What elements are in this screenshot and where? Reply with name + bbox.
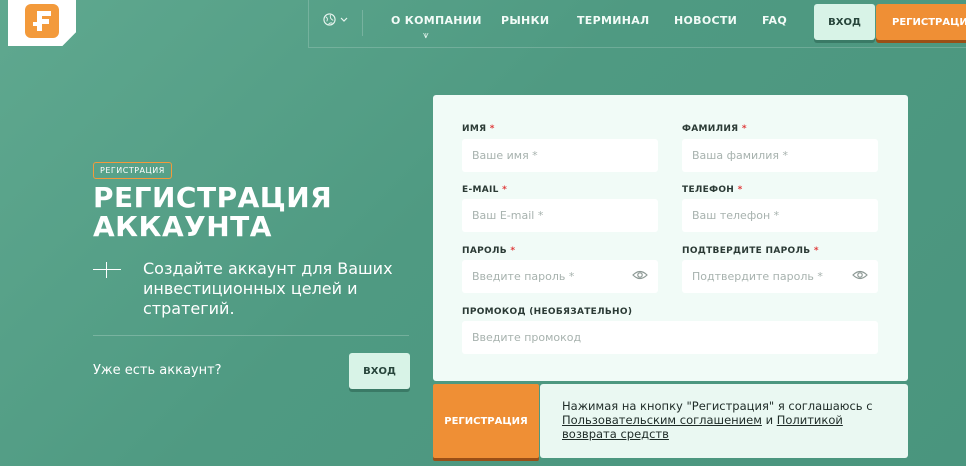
logo-container[interactable] <box>8 0 76 46</box>
consent-text: Нажимая на кнопку "Регистрация" я соглаш… <box>562 399 873 413</box>
section-tag: РЕГИСТРАЦИЯ <box>93 162 172 179</box>
divider <box>93 335 409 336</box>
register-submit-button[interactable]: РЕГИСТРАЦИЯ <box>433 384 539 458</box>
promo-input[interactable]: Введите промокод <box>462 321 878 354</box>
confirm-password-placeholder: Подтвердите пароль * <box>692 270 823 283</box>
nav-separator <box>362 10 363 36</box>
logo-f-icon <box>33 11 51 31</box>
nav-item-company[interactable]: О КОМПАНИИ <box>391 14 482 27</box>
registration-form: ИМЯ * Ваше имя * ФАМИЛИЯ * Ваша фамилия … <box>433 95 908 381</box>
login-button[interactable]: ВХОД <box>349 353 410 389</box>
email-input[interactable]: Ваш E-mail * <box>462 199 658 232</box>
email-label: E-MAIL * <box>462 185 508 195</box>
eye-icon[interactable] <box>632 269 648 281</box>
eye-icon[interactable] <box>852 269 868 281</box>
last-name-label: ФАМИЛИЯ * <box>682 124 747 134</box>
phone-input[interactable]: Ваш телефон * <box>682 199 878 232</box>
page-title-line2: АККАУНТА <box>93 210 272 243</box>
nav-item-faq[interactable]: FAQ <box>762 14 787 27</box>
nav-item-markets[interactable]: РЫНКИ <box>501 14 549 27</box>
language-selector[interactable] <box>323 13 348 26</box>
phone-label: ТЕЛЕФОН * <box>682 185 743 195</box>
hero-subtitle: Создайте аккаунт для Ваших инвестиционны… <box>143 259 393 318</box>
confirm-password-label: ПОДТВЕРДИТЕ ПАРОЛЬ * <box>682 246 819 256</box>
nav-item-news[interactable]: НОВОСТИ <box>674 14 737 27</box>
consent-note: Нажимая на кнопку "Регистрация" я соглаш… <box>540 384 908 458</box>
brand-logo[interactable] <box>25 4 59 38</box>
last-name-input[interactable]: Ваша фамилия * <box>682 139 878 172</box>
header-login-button[interactable]: ВХОД <box>814 4 875 40</box>
promo-label: ПРОМОКОД (НЕОБЯЗАТЕЛЬНО) <box>462 307 633 317</box>
nav-item-terminal[interactable]: ТЕРМИНАЛ <box>577 14 650 27</box>
first-name-input[interactable]: Ваше имя * <box>462 139 658 172</box>
user-agreement-link[interactable]: Пользовательским соглашением <box>562 413 762 427</box>
password-placeholder: Введите пароль * <box>472 270 575 283</box>
have-account-text: Уже есть аккаунт? <box>93 363 222 378</box>
consent-and: и <box>765 413 774 427</box>
crosshair-icon <box>93 262 121 278</box>
globe-icon <box>323 13 336 26</box>
password-label: ПАРОЛЬ * <box>462 246 516 256</box>
page-title-line1: РЕГИСТРАЦИЯ <box>93 181 333 214</box>
password-input[interactable]: Введите пароль * <box>462 260 658 293</box>
nav-dropdown-indicator-icon[interactable]: ⩛ <box>423 30 429 41</box>
page-title: РЕГИСТРАЦИЯ АККАУНТА <box>93 183 332 241</box>
confirm-password-input[interactable]: Подтвердите пароль * <box>682 260 878 293</box>
header-register-button[interactable]: РЕГИСТРАЦИЯ <box>876 4 966 40</box>
first-name-label: ИМЯ * <box>462 124 495 134</box>
chevron-down-icon <box>340 17 348 22</box>
